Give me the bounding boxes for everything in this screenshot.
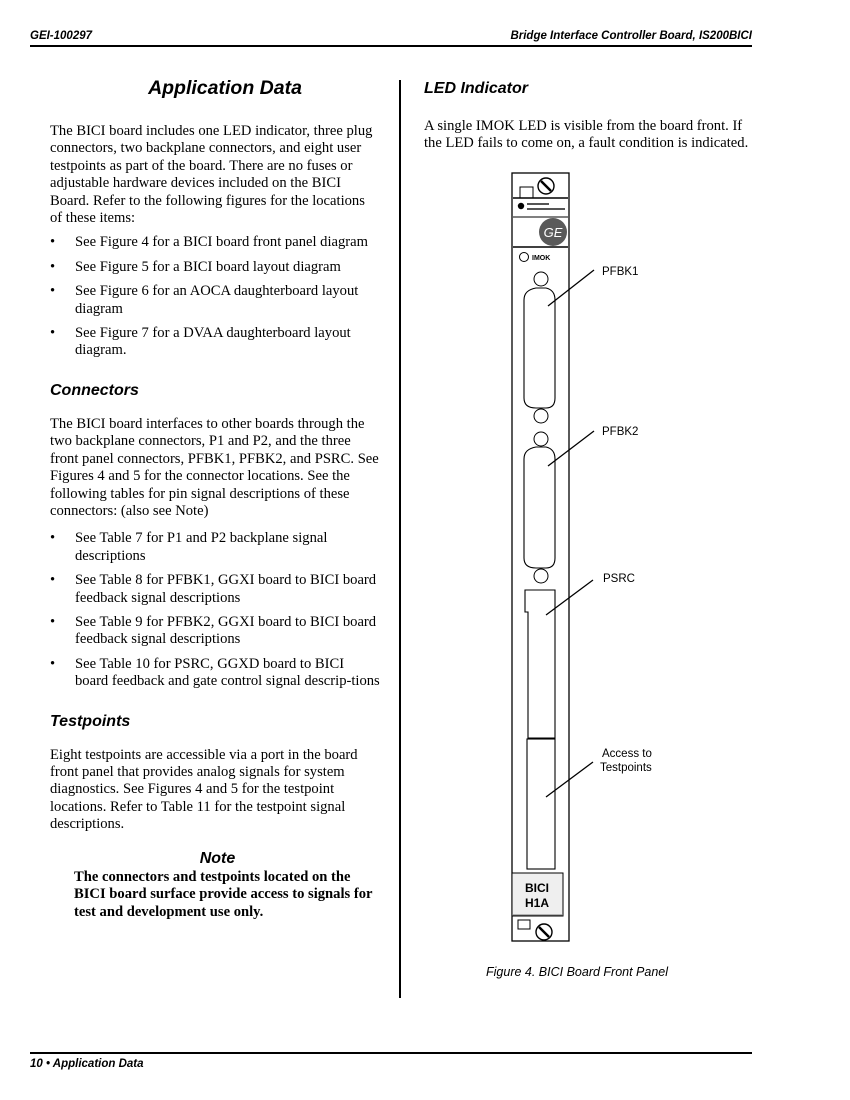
document-number: GEI-100297 (30, 30, 93, 42)
bottom-screw-icon (535, 923, 553, 941)
note-heading: Note (199, 849, 236, 867)
bullet: • (50, 530, 56, 547)
bullet: • (50, 234, 56, 251)
testpoint-access-port (526, 738, 556, 870)
pfbk1-connector (523, 271, 556, 424)
bottom-tab (517, 919, 531, 930)
list-item: • See Table 9 for PFBK2, GGXI board to BI… (50, 613, 377, 648)
testpoints-label-line2: Testpoints (600, 762, 652, 774)
list-item: • See Table 10 for PSRC, GGXD board to BI… (50, 655, 380, 690)
list-item: • See Figure 4 for a BICI board front pan… (50, 234, 369, 251)
psrc-label: PSRC (603, 573, 635, 585)
led-indicator-paragraph: A single IMOK LED is visible from the bo… (424, 118, 749, 152)
bullet: • (50, 325, 56, 342)
connectors-paragraph: The BICI board interfaces to other board… (50, 415, 379, 519)
top-tab (519, 186, 534, 199)
column-divider (399, 80, 401, 998)
note-body: The connectors and testpoints located on… (74, 869, 373, 920)
svg-text:GE: GE (544, 225, 563, 240)
table-reference-list: • See Table 7 for P1 and P2 backplane sig… (50, 530, 380, 690)
testpoints-heading: Testpoints (50, 712, 131, 730)
bullet: • (50, 613, 56, 630)
page-number-label: 10 • Application Data (30, 1058, 144, 1070)
ge-logo-icon (539, 218, 567, 246)
figure-reference-list: • See Figure 4 for a BICI board front pan… (50, 234, 380, 359)
psrc-callout-line (545, 579, 594, 616)
intro-paragraph: The BICI board includes one LED indicato… (50, 123, 373, 227)
psrc-connector (524, 589, 556, 739)
connectors-heading: Connectors (50, 381, 139, 399)
page-footer: 10 • Application Data (30, 1052, 752, 1070)
board-label-line1: BICI (525, 881, 549, 895)
list-item: • See Table 8 for PFBK1, GGXI board to BI… (50, 572, 377, 606)
testpoints-paragraph: Eight testpoints are accessible via a po… (50, 746, 358, 833)
pfbk2-label: PFBK2 (602, 426, 638, 438)
top-screw-icon (537, 177, 555, 195)
pfbk2-connector (523, 431, 556, 584)
board-label-plate (511, 872, 564, 917)
ge-logo-plate: GE (513, 197, 568, 248)
left-column: Application Data The BICI board includes… (50, 78, 380, 921)
bullet: • (50, 283, 56, 300)
list-item: • See Figure 6 for an AOCA daughterboard … (50, 283, 359, 317)
testpoints-callout-line (545, 761, 594, 798)
board-outline (511, 172, 570, 942)
page-header: GEI-100297 Bridge Interface Controller B… (30, 28, 752, 47)
pfbk1-callout-line (547, 269, 595, 307)
imok-label: IMOK (532, 255, 550, 262)
bullet: • (50, 258, 56, 275)
document-title: Bridge Interface Controller Board, IS200… (510, 30, 752, 42)
figure-caption: Figure 4. BICI Board Front Panel (486, 965, 669, 979)
section-title: Application Data (148, 77, 302, 99)
list-item: • See Table 7 for P1 and P2 backplane sig… (50, 530, 328, 564)
led-indicator-heading: LED Indicator (424, 80, 529, 97)
imok-led-icon (519, 252, 529, 262)
pfbk2-callout-line (547, 430, 595, 467)
pfbk1-label: PFBK1 (602, 266, 638, 278)
testpoints-label-line1: Access to (602, 748, 652, 760)
bullet: • (50, 655, 56, 672)
list-item: • See Figure 7 for a DVAA daughterboard l… (50, 325, 351, 359)
bullet: • (50, 572, 56, 589)
list-item: • See Figure 5 for a BICI board layout di… (50, 258, 341, 275)
right-column: LED Indicator A single IMOK LED is visib… (424, 78, 754, 153)
board-label-line2: H1A (525, 896, 549, 910)
